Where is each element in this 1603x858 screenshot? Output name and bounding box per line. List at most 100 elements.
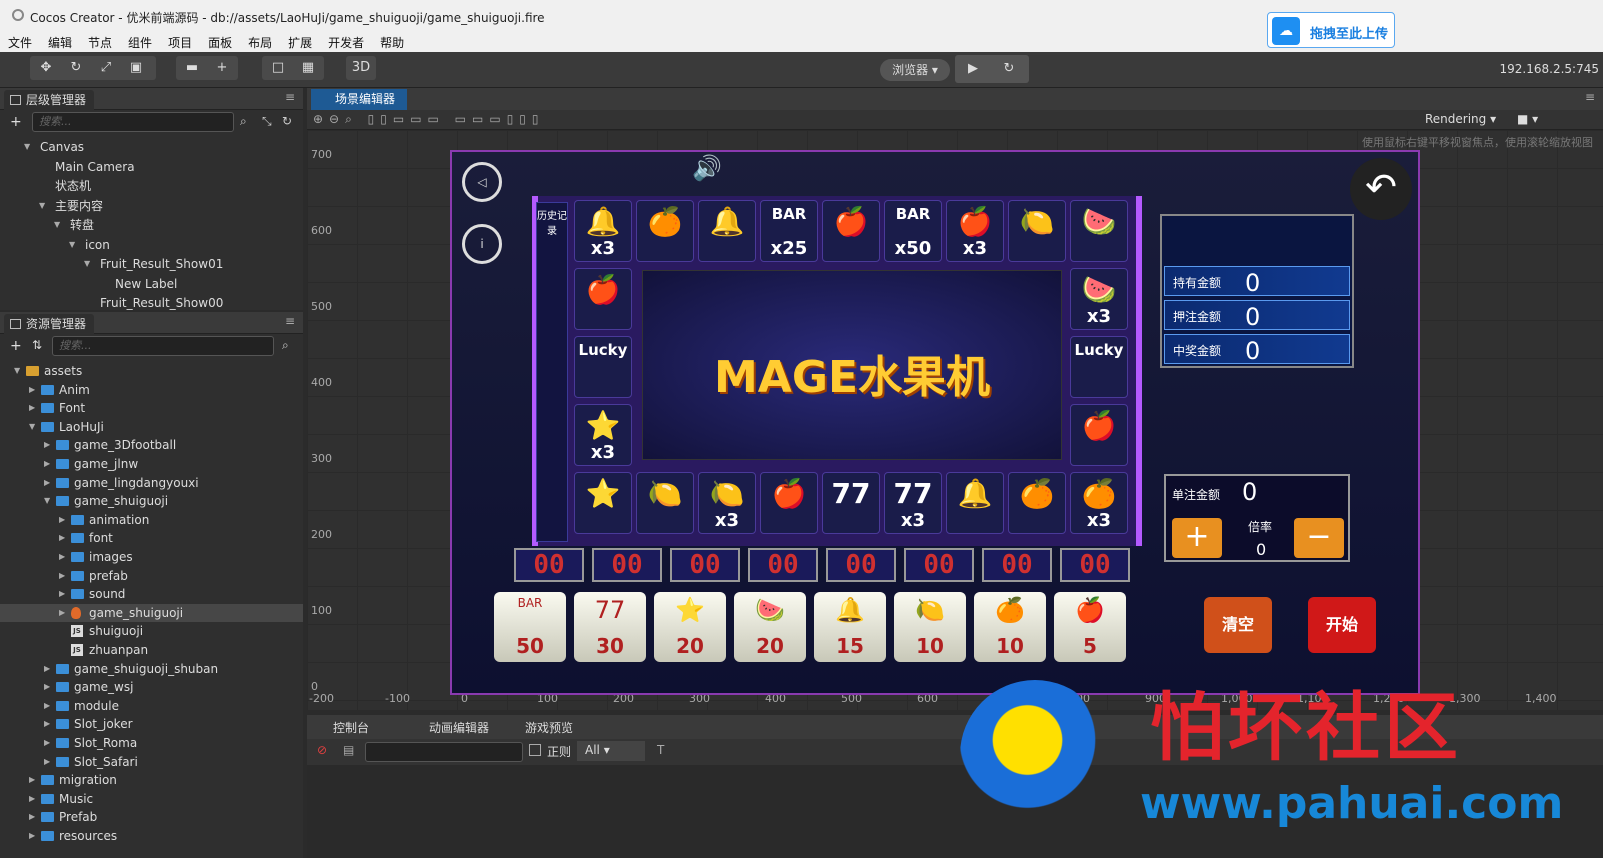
collapse-arrow-icon[interactable]: ▶ bbox=[44, 455, 50, 473]
tree-node[interactable]: ▼ Fruit_Result_Show01 bbox=[0, 255, 303, 273]
menu-item[interactable]: 扩展 bbox=[288, 32, 312, 53]
menu-item[interactable]: 面板 bbox=[208, 32, 232, 53]
collapse-arrow-icon[interactable]: ▶ bbox=[44, 436, 50, 454]
asset-item[interactable]: ▶ game_lingdangyouxi bbox=[0, 474, 303, 492]
asset-item[interactable]: ▶ Slot_Safari bbox=[0, 753, 303, 771]
gizmo-lock-icon[interactable]: ▦ bbox=[294, 56, 322, 80]
bet-button[interactable]: 🍊 10 bbox=[974, 592, 1046, 662]
bet-button[interactable]: 🍋 10 bbox=[894, 592, 966, 662]
play-icon[interactable]: ▶ bbox=[959, 57, 987, 81]
log-level-select[interactable]: All ▾ bbox=[577, 741, 645, 761]
asset-item[interactable]: ▶ Anim bbox=[0, 381, 303, 399]
tab-animation-editor[interactable]: 动画编辑器 bbox=[411, 719, 489, 736]
log-file-icon[interactable]: ▤ bbox=[343, 743, 354, 757]
collapse-arrow-icon[interactable]: ▶ bbox=[44, 715, 50, 733]
asset-item[interactable]: ▶ resources bbox=[0, 827, 303, 845]
assets-search-input[interactable]: 搜索... bbox=[52, 336, 274, 356]
clear-button[interactable]: 清空 bbox=[1204, 597, 1272, 653]
add-node-icon[interactable]: + bbox=[10, 114, 22, 130]
asset-item[interactable]: ▶ font bbox=[0, 529, 303, 547]
tree-node[interactable]: 状态机 bbox=[0, 177, 303, 195]
expand-arrow-icon[interactable]: ▼ bbox=[84, 255, 90, 273]
expand-arrow-icon[interactable]: ▼ bbox=[44, 492, 50, 510]
asset-item[interactable]: ▼ assets bbox=[0, 362, 303, 380]
minus-button[interactable]: − bbox=[1294, 518, 1344, 558]
search-icon[interactable]: ⌕ bbox=[282, 338, 289, 353]
asset-item[interactable]: ▶ Font bbox=[0, 399, 303, 417]
expand-arrow-icon[interactable]: ▼ bbox=[39, 197, 45, 215]
sort-icon[interactable]: ⇅ bbox=[32, 338, 42, 352]
expand-arrow-icon[interactable]: ▼ bbox=[14, 362, 20, 380]
tree-node[interactable]: Main Camera bbox=[0, 158, 303, 176]
collapse-arrow-icon[interactable]: ▶ bbox=[44, 734, 50, 752]
console-filter-input[interactable] bbox=[365, 742, 523, 762]
asset-item[interactable]: ▶ Prefab bbox=[0, 808, 303, 826]
asset-item[interactable]: ▶ animation bbox=[0, 511, 303, 529]
asset-item[interactable]: ▶ images bbox=[0, 548, 303, 566]
collapse-arrow-icon[interactable]: ▶ bbox=[29, 399, 35, 417]
start-button[interactable]: 开始 bbox=[1308, 597, 1376, 653]
bet-button[interactable]: 🔔 15 bbox=[814, 592, 886, 662]
panel-menu-icon[interactable]: ≡ bbox=[1585, 90, 1595, 104]
asset-item[interactable]: ▶ game_shuiguoji_shuban bbox=[0, 660, 303, 678]
tree-node[interactable]: ▼ 主要内容 bbox=[0, 197, 303, 215]
bet-button[interactable]: 🍎 5 bbox=[1054, 592, 1126, 662]
asset-item[interactable]: ▶ game_wsj bbox=[0, 678, 303, 696]
mode-3d-button[interactable]: 3D bbox=[347, 56, 375, 80]
collapse-icon[interactable]: ⤡ bbox=[262, 114, 272, 129]
collapse-arrow-icon[interactable]: ▶ bbox=[29, 808, 35, 826]
plus-button[interactable]: + bbox=[1172, 518, 1222, 558]
panel-menu-icon[interactable]: ≡ bbox=[285, 90, 295, 104]
upload-button[interactable]: ☁ 拖拽至此上传 bbox=[1267, 12, 1395, 48]
move-tool-icon[interactable]: ✥ bbox=[32, 56, 60, 80]
refresh-icon[interactable]: ↻ bbox=[995, 57, 1023, 81]
collapse-arrow-icon[interactable]: ▶ bbox=[59, 604, 65, 622]
tree-node[interactable]: ▼ icon bbox=[0, 236, 303, 254]
collapse-arrow-icon[interactable]: ▶ bbox=[44, 753, 50, 771]
asset-item[interactable]: ▶ migration bbox=[0, 771, 303, 789]
tree-node[interactable]: ▼ Canvas bbox=[0, 138, 303, 156]
browser-select[interactable]: 浏览器 ▾ bbox=[880, 59, 950, 81]
menu-item[interactable]: 编辑 bbox=[48, 32, 72, 53]
expand-arrow-icon[interactable]: ▼ bbox=[69, 236, 75, 254]
asset-item[interactable]: ▶ game_3Dfootball bbox=[0, 436, 303, 454]
menu-item[interactable]: 文件 bbox=[8, 32, 32, 53]
local-icon[interactable]: + bbox=[208, 56, 236, 80]
collapse-arrow-icon[interactable]: ▶ bbox=[59, 585, 65, 603]
asset-item[interactable]: ▼ LaoHuJi bbox=[0, 418, 303, 436]
collapse-arrow-icon[interactable]: ▶ bbox=[44, 678, 50, 696]
asset-item[interactable]: ▶ prefab bbox=[0, 567, 303, 585]
rotate-tool-icon[interactable]: ↻ bbox=[62, 56, 90, 80]
asset-item[interactable]: ▶ Slot_Roma bbox=[0, 734, 303, 752]
collapse-arrow-icon[interactable]: ▶ bbox=[44, 474, 50, 492]
collapse-arrow-icon[interactable]: ▶ bbox=[29, 790, 35, 808]
collapse-arrow-icon[interactable]: ▶ bbox=[29, 381, 35, 399]
bet-button[interactable]: ⭐ 20 bbox=[654, 592, 726, 662]
game-canvas[interactable]: ◁ i 🔊 ↶ 历史记录 🔔 x3 🍊 🔔 BAR x25 🍎 BAR x50 🍎 x3 🍋 🍉 🍎 Luc… bbox=[450, 150, 1420, 695]
asset-item[interactable]: ▶ game_shuiguoji bbox=[0, 603, 303, 622]
refresh-icon[interactable]: ↻ bbox=[282, 114, 292, 128]
camera-icon[interactable]: ■ ▾ bbox=[1517, 112, 1538, 126]
scene-view[interactable]: 700 600 500 400 300 200 100 0 -200 -100 0 100 200 30… bbox=[307, 130, 1603, 710]
collapse-arrow-icon[interactable]: ▶ bbox=[29, 771, 35, 789]
assets-tab[interactable]: 资源管理器 bbox=[4, 314, 95, 334]
scale-tool-icon[interactable]: ⤢ bbox=[92, 56, 120, 80]
asset-item[interactable]: JS zhuanpan bbox=[0, 641, 303, 659]
collapse-arrow-icon[interactable]: ▶ bbox=[59, 511, 65, 529]
asset-item[interactable]: ▶ sound bbox=[0, 585, 303, 603]
pivot-icon[interactable]: ▬ bbox=[178, 56, 206, 80]
regex-checkbox[interactable] bbox=[529, 744, 541, 756]
expand-arrow-icon[interactable]: ▼ bbox=[29, 418, 35, 436]
collapse-arrow-icon[interactable]: ▶ bbox=[29, 827, 35, 845]
bet-button[interactable]: 77 30 bbox=[574, 592, 646, 662]
back-icon[interactable]: ↶ bbox=[1350, 158, 1412, 220]
tree-node[interactable]: Fruit_Result_Show00 bbox=[0, 294, 303, 312]
asset-item[interactable]: ▶ Slot_joker bbox=[0, 715, 303, 733]
tree-node[interactable]: ▼ 转盘 bbox=[0, 216, 303, 234]
zoom-icons[interactable]: ⊕⊖⌕ ▯▯▭▭▭ ▭▭▭▯▯▯ bbox=[313, 112, 545, 127]
collapse-arrow-icon[interactable]: ▶ bbox=[59, 567, 65, 585]
collapse-arrow-icon[interactable]: ▶ bbox=[59, 529, 65, 547]
tab-console[interactable]: 控制台 bbox=[315, 719, 369, 736]
collapse-arrow-icon[interactable]: ▶ bbox=[44, 697, 50, 715]
add-asset-icon[interactable]: + bbox=[10, 338, 22, 354]
